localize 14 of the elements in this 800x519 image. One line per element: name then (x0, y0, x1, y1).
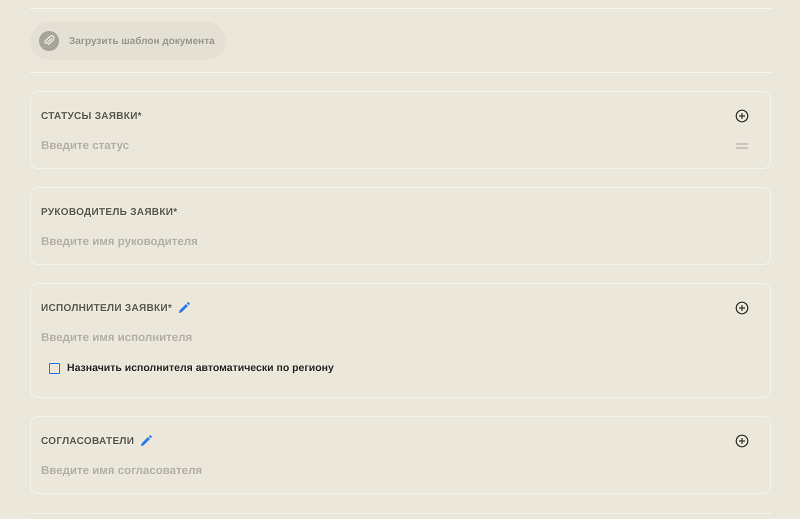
add-icon[interactable] (735, 301, 749, 315)
add-icon[interactable] (735, 434, 749, 448)
edit-icon[interactable] (140, 435, 152, 447)
upload-template-button[interactable]: Загрузить шаблон документа (30, 22, 226, 60)
edit-icon[interactable] (178, 302, 190, 314)
add-icon[interactable] (735, 109, 749, 123)
checkbox-label: Назначить исполнителя автоматически по региону (67, 362, 334, 374)
section-title: СОГЛАСОВАТЕЛИ (41, 436, 134, 446)
drag-handle-icon[interactable] (735, 142, 749, 150)
paperclip-icon (39, 31, 59, 51)
section-title: ИСПОЛНИТЕЛИ ЗАЯВКИ* (41, 302, 172, 314)
checkbox[interactable] (49, 362, 60, 374)
section-title: РУКОВОДИТЕЛЬ ЗАЯВКИ* (41, 206, 178, 218)
section-title: СТАТУСЫ ЗАЯВКИ* (41, 110, 142, 122)
